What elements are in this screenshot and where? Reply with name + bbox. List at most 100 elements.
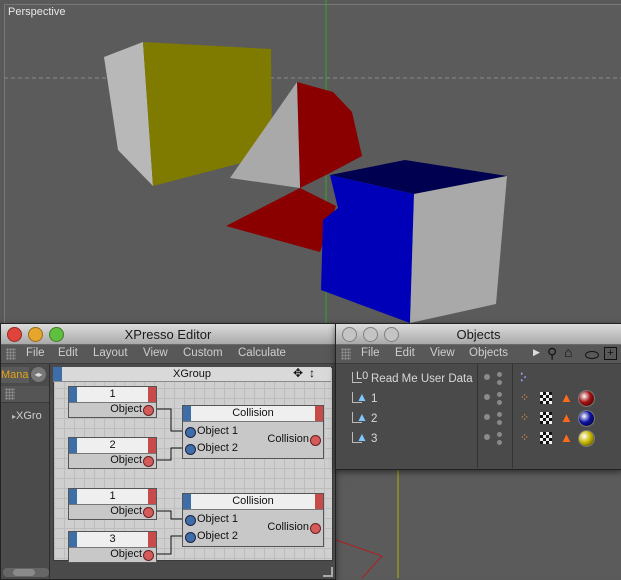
render-visibility-dot[interactable] <box>497 392 502 397</box>
dynamics-tag-icon[interactable]: ⁘ <box>520 431 529 444</box>
collision-node[interactable]: Collision Object 1 Object 2 Collision <box>182 493 324 547</box>
warning-tag-icon[interactable]: ▲ <box>560 410 573 425</box>
red-cube-front <box>226 188 336 252</box>
object-row[interactable]: ▲ 3 ⁘ ▲ <box>336 430 621 450</box>
xpresso-editor-window[interactable]: XPresso Editor File Edit Layout View Cus… <box>0 323 336 580</box>
object-node[interactable]: 1 Object <box>68 386 157 418</box>
object-output-port[interactable] <box>143 507 154 518</box>
object-port-label: Object <box>110 403 142 415</box>
polygon-object-icon: ▲ <box>356 390 368 404</box>
objects-menubar: File Edit View Objects ▶ ⚲ ⌂ + <box>336 344 621 364</box>
material-tag-icon[interactable] <box>578 430 595 447</box>
collision-output-port[interactable] <box>310 435 321 446</box>
menu-view[interactable]: View <box>430 347 455 359</box>
object-node-title: 2 <box>69 438 156 454</box>
node-input-tab[interactable] <box>69 387 77 402</box>
object-name[interactable]: 1 <box>371 393 377 405</box>
object-port-label: Object <box>110 454 142 466</box>
object-node-title: 1 <box>69 489 156 505</box>
xpresso-tag-icon[interactable]: ⁚· <box>520 371 527 384</box>
new-window-icon[interactable]: + <box>604 347 617 360</box>
render-visibility-dot[interactable] <box>497 372 502 377</box>
collision-node[interactable]: Collision Object 1 Object 2 Collision <box>182 405 324 459</box>
node-input-tab[interactable] <box>69 438 77 453</box>
node-output-tab[interactable] <box>148 438 156 453</box>
object-name[interactable]: 3 <box>371 433 377 445</box>
menu-arrow-icon[interactable]: ▶ <box>533 347 540 358</box>
node-output-tab[interactable] <box>148 532 156 547</box>
collision-port-label: Collision <box>267 433 309 445</box>
node-input-tab[interactable] <box>183 406 191 421</box>
render-visibility-dot[interactable] <box>497 380 502 385</box>
blue-cube-front <box>321 175 414 323</box>
texture-tag-icon[interactable] <box>540 432 552 444</box>
warning-tag-icon[interactable]: ▲ <box>560 390 573 405</box>
render-visibility-dot[interactable] <box>497 400 502 405</box>
red-wire-line <box>335 539 383 578</box>
collision-node-title: Collision <box>183 406 323 422</box>
grip-icon[interactable] <box>341 348 351 360</box>
object-port-label: Object <box>110 505 142 517</box>
render-visibility-dot[interactable] <box>497 440 502 445</box>
object-row[interactable]: ▲ 2 ⁘ ▲ <box>336 410 621 430</box>
render-visibility-dot[interactable] <box>497 432 502 437</box>
collision-output-port[interactable] <box>310 523 321 534</box>
search-icon[interactable]: ⚲ <box>547 345 557 362</box>
node-output-tab[interactable] <box>315 494 323 509</box>
object-row[interactable]: L0 Read Me User Data ⁚· <box>336 370 621 390</box>
node-output-tab[interactable] <box>148 489 156 504</box>
object-output-port[interactable] <box>143 456 154 467</box>
object-output-port[interactable] <box>143 550 154 561</box>
node-output-tab[interactable] <box>148 387 156 402</box>
object-name[interactable]: 2 <box>371 413 377 425</box>
viewport-label: Perspective <box>8 6 66 18</box>
object1-port-label: Object 1 <box>197 425 238 437</box>
material-tag-icon[interactable] <box>578 390 595 407</box>
dynamics-tag-icon[interactable]: ⁘ <box>520 391 529 404</box>
polygon-object-icon: ▲ <box>356 410 368 424</box>
editor-visibility-dot[interactable] <box>484 414 490 420</box>
dynamics-tag-icon[interactable]: ⁘ <box>520 411 529 424</box>
editor-visibility-dot[interactable] <box>484 394 490 400</box>
object-node[interactable]: 1 Object <box>68 488 157 520</box>
object-row[interactable]: ▲ 1 ⁘ ▲ <box>336 390 621 410</box>
home-icon[interactable]: ⌂ <box>564 344 572 360</box>
menu-edit[interactable]: Edit <box>395 347 415 359</box>
render-visibility-dot[interactable] <box>497 412 502 417</box>
object-node-title: 1 <box>69 387 156 403</box>
object1-input-port[interactable] <box>185 515 196 526</box>
object2-port-label: Object 2 <box>197 530 238 542</box>
object-node-title: 3 <box>69 532 156 548</box>
object-port-label: Object <box>110 548 142 560</box>
null-object-icon: L0 <box>356 370 369 382</box>
blue-cube-side <box>410 176 507 323</box>
texture-tag-icon[interactable] <box>540 412 552 424</box>
object1-input-port[interactable] <box>185 427 196 438</box>
resize-grip-icon[interactable] <box>323 567 333 577</box>
menu-objects[interactable]: Objects <box>469 347 508 359</box>
node-input-tab[interactable] <box>69 532 77 547</box>
object-name[interactable]: Read Me User Data <box>371 373 473 385</box>
render-visibility-dot[interactable] <box>497 420 502 425</box>
object2-input-port[interactable] <box>185 532 196 543</box>
object-node[interactable]: 2 Object <box>68 437 157 469</box>
object2-port-label: Object 2 <box>197 442 238 454</box>
object-node[interactable]: 3 Object <box>68 531 157 563</box>
object-output-port[interactable] <box>143 405 154 416</box>
objects-window-title: Objects <box>456 327 501 342</box>
node-input-tab[interactable] <box>69 489 77 504</box>
node-output-tab[interactable] <box>315 406 323 421</box>
menu-file[interactable]: File <box>361 347 380 359</box>
material-tag-icon[interactable] <box>578 410 595 427</box>
texture-tag-icon[interactable] <box>540 392 552 404</box>
objects-manager-window[interactable]: Objects File Edit View Objects ▶ ⚲ ⌂ + L… <box>335 323 621 470</box>
node-input-tab[interactable] <box>183 494 191 509</box>
editor-visibility-dot[interactable] <box>484 374 490 380</box>
collision-node-title: Collision <box>183 494 323 510</box>
object1-port-label: Object 1 <box>197 513 238 525</box>
editor-visibility-dot[interactable] <box>484 434 490 440</box>
warning-tag-icon[interactable]: ▲ <box>560 430 573 445</box>
object2-input-port[interactable] <box>185 444 196 455</box>
eye-icon[interactable] <box>585 351 599 359</box>
objects-titlebar[interactable]: Objects <box>336 324 621 345</box>
